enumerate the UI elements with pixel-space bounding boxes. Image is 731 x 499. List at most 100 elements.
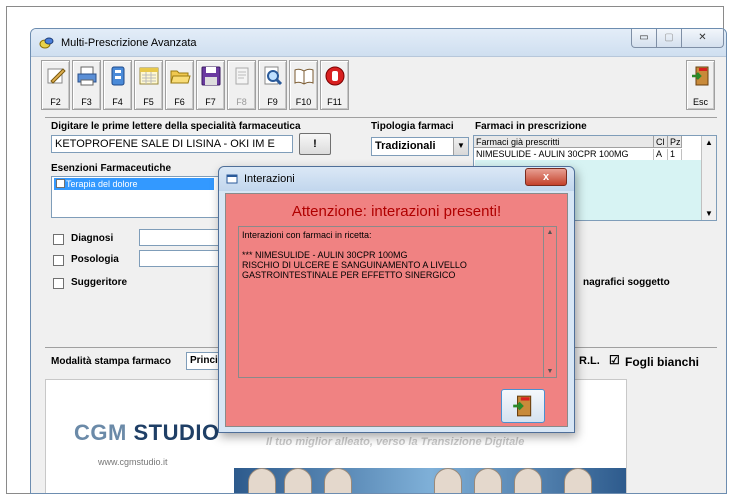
dialog-body: Attenzione: interazioni presenti! Intera… [225, 193, 568, 427]
exit-door-icon [691, 66, 708, 86]
f3-label: F3 [81, 97, 92, 107]
suggeritore-checkbox[interactable] [53, 278, 64, 289]
cgm-tagline: Il tuo miglior alleato, verso la Transiz… [266, 436, 525, 448]
diagnosi-label: Diagnosi [71, 233, 114, 244]
drug-search-input[interactable]: KETOPROFENE SALE DI LISINA - OKI IM E [51, 135, 293, 153]
row-drug-name[interactable]: NIMESULIDE - AULIN 30CPR 100MG [474, 149, 654, 160]
fogli-checkbox[interactable]: ☑ [609, 353, 620, 367]
f10-book-button[interactable]: F10 [289, 60, 318, 110]
f4-database-button[interactable]: F4 [103, 60, 132, 110]
f8-label: F8 [236, 97, 247, 107]
open-book-icon [294, 68, 313, 85]
scroll-down-icon[interactable]: ▼ [544, 368, 556, 375]
maximize-button[interactable]: ▢ [656, 29, 682, 48]
anagrafici-label: nagrafici soggetto [583, 277, 670, 288]
scroll-down-icon[interactable]: ▼ [702, 209, 716, 218]
search-document-icon [264, 66, 282, 86]
search-label: Digitare le prime lettere della speciali… [51, 121, 301, 132]
rl-label: R.L. [579, 355, 600, 367]
exit-door-icon [513, 395, 532, 417]
printer-icon [77, 66, 96, 86]
textarea-scrollbar[interactable]: ▲ ▼ [544, 226, 557, 378]
cgm-logo: CGM STUDIO [74, 420, 220, 446]
window-title: Multi-Prescrizione Avanzata [61, 37, 197, 49]
tipologia-label: Tipologia farmaci [371, 121, 454, 132]
toolbar: F2 F3 F4 F5 F6 F7 F8 F9 F10 F11 Esc [41, 60, 717, 114]
f2-label: F2 [50, 97, 61, 107]
fogli-label: Fogli bianchi [625, 355, 699, 369]
person-photo [434, 468, 462, 493]
f5-calendar-button[interactable]: F5 [134, 60, 163, 110]
diagnosi-input[interactable] [139, 229, 219, 246]
person-photo [564, 468, 592, 493]
dialog-exit-button[interactable] [501, 389, 545, 423]
search-go-button[interactable]: ! [299, 133, 331, 155]
tipologia-value: Tradizionali [375, 140, 436, 152]
toolbar-divider [45, 117, 717, 118]
row-drug-cl[interactable]: A [654, 149, 668, 160]
brand-cgm: CGM [74, 420, 127, 445]
esenzione-checkbox[interactable] [56, 179, 65, 188]
cgm-url: www.cgmstudio.it [98, 457, 168, 467]
person-photo [324, 468, 352, 493]
f5-label: F5 [143, 97, 154, 107]
f4-label: F4 [112, 97, 123, 107]
row-drug-pz[interactable]: 1 [668, 149, 682, 160]
dialog-heading: Attenzione: interazioni presenti! [291, 203, 502, 220]
col-farmaci[interactable]: Farmaci già prescritti [474, 136, 654, 148]
chevron-down-icon[interactable]: ▼ [453, 138, 468, 155]
folder-open-icon [169, 70, 191, 84]
brand-studio: STUDIO [133, 420, 220, 445]
scroll-up-icon[interactable]: ▲ [544, 229, 556, 236]
col-pz[interactable]: Pz [668, 136, 682, 148]
esenzioni-list: Terapia del dolore [51, 176, 219, 218]
diagnosi-checkbox[interactable] [53, 234, 64, 245]
col-cl[interactable]: Cl [654, 136, 668, 148]
interazioni-dialog: Interazioni x Attenzione: interazioni pr… [218, 166, 575, 433]
f8-notes-button[interactable]: F8 [227, 60, 256, 110]
close-button[interactable]: ✕ [681, 29, 724, 48]
f7-label: F7 [205, 97, 216, 107]
posologia-input[interactable] [139, 250, 219, 267]
interactions-textarea[interactable]: Interazioni con farmaci in ricetta: *** … [238, 226, 544, 378]
person-photo [474, 468, 502, 493]
window-app-icon [226, 174, 238, 184]
f7-save-button[interactable]: F7 [196, 60, 225, 110]
interaction-drug: *** NIMESULIDE - AULIN 30CPR 100MG [242, 250, 408, 260]
interactions-intro: Interazioni con farmaci in ricetta: [242, 230, 372, 240]
f6-label: F6 [174, 97, 185, 107]
stop-hand-icon [325, 66, 344, 86]
dialog-titlebar: Interazioni x [219, 167, 574, 191]
f3-print-button[interactable]: F3 [72, 60, 101, 110]
tipologia-select[interactable]: Tradizionali ▼ [371, 137, 469, 156]
notepad-icon [235, 67, 248, 85]
person-photo [514, 468, 542, 493]
minimize-button[interactable]: ▭ [631, 29, 657, 48]
posologia-label: Posologia [71, 254, 119, 265]
people-photo-strip [234, 468, 626, 493]
posologia-checkbox[interactable] [53, 255, 64, 266]
esenzioni-label: Esenzioni Farmaceutiche [51, 163, 172, 174]
database-icon [111, 66, 124, 86]
person-photo [248, 468, 276, 493]
esc-exit-button[interactable]: Esc [686, 60, 715, 110]
f2-prescription-button[interactable]: F2 [41, 60, 70, 110]
stampa-label: Modalità stampa farmaco [51, 356, 172, 367]
esenzione-item[interactable]: Terapia del dolore [54, 178, 214, 190]
interaction-risk-1: RISCHIO DI ULCERE E SANGUINAMENTO A LIVE… [242, 260, 467, 270]
dialog-title: Interazioni [244, 173, 295, 185]
esc-label: Esc [692, 97, 708, 107]
interaction-risk-2: GASTROINTESTINALE PER EFFETTO SINERGICO [242, 270, 456, 280]
person-photo [284, 468, 312, 493]
f9-label: F9 [267, 97, 278, 107]
grid-scrollbar[interactable]: ▲ ▼ [701, 136, 716, 220]
f9-search-button[interactable]: F9 [258, 60, 287, 110]
dialog-close-button[interactable]: x [525, 168, 567, 186]
f11-label: F11 [327, 97, 342, 107]
prescription-label: Farmaci in prescrizione [475, 121, 587, 132]
suggeritore-label: Suggeritore [71, 277, 128, 288]
prescription-pen-icon [47, 68, 66, 84]
f6-open-button[interactable]: F6 [165, 60, 194, 110]
f11-stop-button[interactable]: F11 [320, 60, 349, 110]
scroll-up-icon[interactable]: ▲ [702, 138, 716, 147]
